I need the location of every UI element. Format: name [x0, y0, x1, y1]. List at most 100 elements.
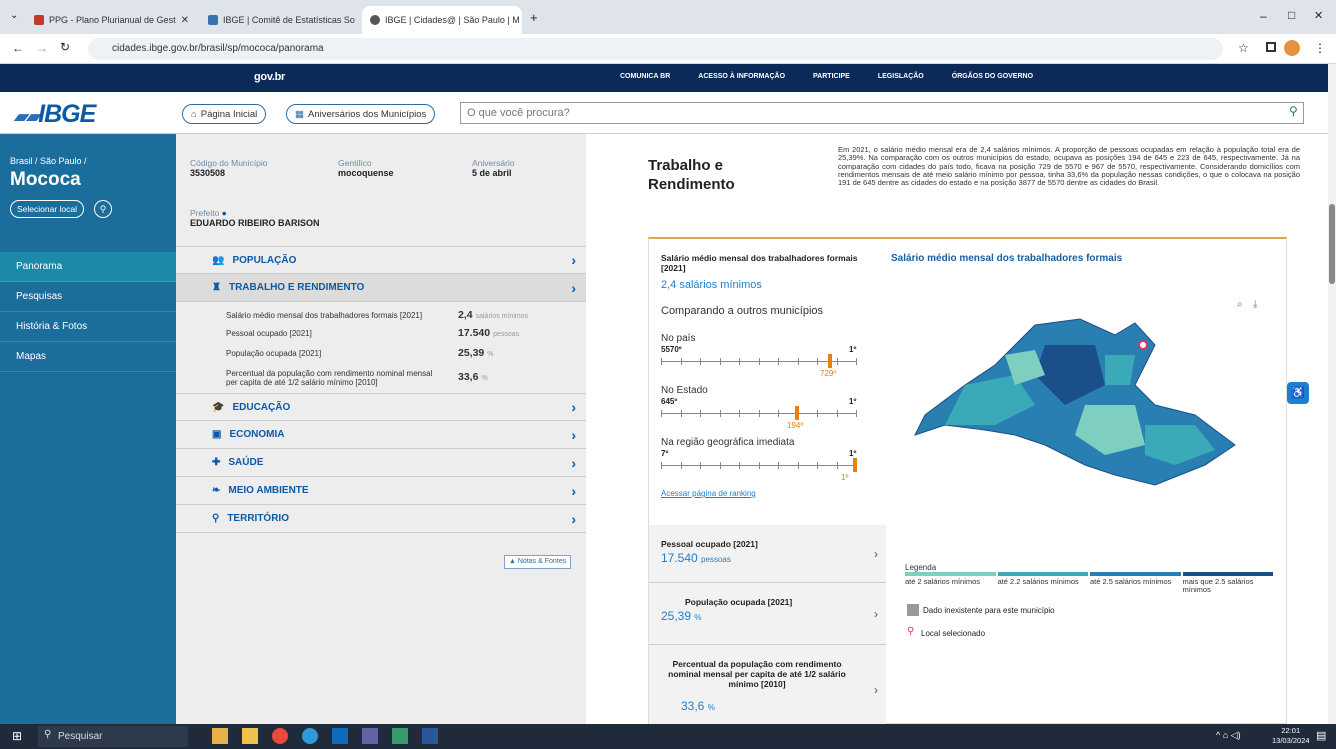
govbr-logo[interactable]: gov.br: [254, 71, 285, 83]
side-card-populacao[interactable]: População ocupada [2021] 25,39 % ›: [649, 583, 886, 645]
search-input[interactable]: O que você procura?: [460, 102, 1304, 124]
taskbar-search[interactable]: Pesquisar: [38, 726, 188, 747]
close-window-button[interactable]: ✕: [1314, 9, 1323, 22]
stat-row-pessoal[interactable]: Pessoal ocupado [2021] 17.540 pessoas: [226, 324, 586, 342]
stat-row-percentual[interactable]: Percentual da população com rendimento n…: [226, 366, 488, 390]
ranking-link[interactable]: Acessar página de ranking: [661, 489, 756, 498]
people-icon: 👥: [212, 254, 225, 266]
notes-sources-button[interactable]: ▲ Notas & Fontes: [504, 555, 572, 569]
side-card-pessoal[interactable]: Pessoal ocupado [2021] 17.540 pessoas ›: [649, 525, 886, 583]
minimize-button[interactable]: –: [1260, 9, 1267, 23]
home-button[interactable]: ⌂ Página Inicial: [182, 104, 267, 124]
app-explorer-icon[interactable]: [242, 728, 258, 744]
gov-link-legislacao[interactable]: LEGISLAÇÃO: [878, 73, 924, 80]
location-pin-icon[interactable]: ⚲: [94, 200, 112, 218]
state-choropleth-map[interactable]: [905, 315, 1265, 515]
legend-color-bar: [905, 572, 996, 576]
code-value: 3530508: [190, 168, 226, 178]
accordion-territorio[interactable]: ⚲ TERRITÓRIO ›: [176, 505, 586, 533]
app-edge-icon[interactable]: [302, 728, 318, 744]
windows-start-icon[interactable]: ⊞: [12, 729, 22, 743]
sidebar-item-panorama[interactable]: Panorama: [0, 252, 176, 282]
url-field[interactable]: cidades.ibge.gov.br/brasil/sp/mococa/pan…: [88, 38, 1223, 60]
stat-row-populacao[interactable]: População ocupada [2021] 25,39%: [226, 344, 586, 362]
download-icon[interactable]: ⤓: [1253, 299, 1257, 310]
accordion-populacao[interactable]: 👥 POPULAÇÃO ›: [176, 246, 586, 274]
rank-tick: [720, 358, 721, 365]
rank-tick: [661, 410, 662, 417]
gov-link-acesso[interactable]: ACESSO À INFORMAÇÃO: [698, 73, 785, 80]
reload-icon[interactable]: ↻: [60, 40, 70, 54]
maximize-button[interactable]: □: [1288, 8, 1295, 22]
app-chrome-icon[interactable]: [272, 728, 288, 744]
gov-link-comunica[interactable]: COMUNICA BR: [620, 73, 670, 80]
rank-position-label: 194º: [787, 421, 804, 430]
browser-tab-2[interactable]: IBGE | Comitê de Estatísticas So✕: [200, 6, 360, 34]
menu-dots-icon[interactable]: ⋮: [1314, 41, 1326, 55]
gov-link-orgaos[interactable]: ÓRGÃOS DO GOVERNO: [952, 73, 1033, 80]
app-outlook-icon[interactable]: [332, 728, 348, 744]
windows-taskbar: ⊞ Pesquisar ⚲ 22:01 13/03/2024 ^ ⌂ ◁) ▤: [0, 724, 1336, 749]
browser-tab-1[interactable]: PPG - Plano Plurianual de Gest ✕: [26, 6, 196, 34]
accordion-educacao[interactable]: 🎓 EDUCAÇÃO ›: [176, 393, 586, 421]
search-icon[interactable]: ⚲: [1289, 104, 1298, 118]
stat-row-salario[interactable]: Salário médio mensal dos trabalhadores f…: [226, 306, 586, 324]
sidebar-item-mapas[interactable]: Mapas: [0, 342, 176, 372]
rank-tick: [759, 462, 760, 469]
main-content: Trabalho e Rendimento Em 2021, o salário…: [586, 134, 1328, 725]
rank-tick: [856, 410, 857, 417]
forward-icon[interactable]: →: [36, 41, 48, 55]
notifications-icon[interactable]: ▤: [1316, 729, 1326, 742]
ibge-logo[interactable]: ▰▰IBGE: [14, 100, 96, 129]
tab-list-icon[interactable]: ⌄: [10, 10, 18, 21]
app-teams-icon[interactable]: [362, 728, 378, 744]
new-tab-button[interactable]: +: [530, 10, 538, 25]
back-icon[interactable]: ←: [12, 41, 24, 55]
browser-tabstrip: ⌄ PPG - Plano Plurianual de Gest ✕ IBGE |…: [0, 0, 1336, 34]
app-misc-icon[interactable]: [392, 728, 408, 744]
info-icon[interactable]: ●: [222, 208, 227, 218]
breadcrumb[interactable]: Brasil / São Paulo /: [10, 156, 87, 166]
accordion-meio-ambiente[interactable]: ❧ MEIO AMBIENTE ›: [176, 477, 586, 505]
rank-position-label: 1º: [841, 473, 849, 482]
gov-bar: gov.br COMUNICA BR ACESSO À INFORMAÇÃO P…: [0, 64, 1328, 92]
zoom-icon[interactable]: ⌕: [1237, 299, 1243, 310]
rank-position-label: 729º: [820, 369, 837, 378]
legend-none-swatch: [907, 604, 919, 616]
accordion-trabalho[interactable]: ♜ TRABALHO E RENDIMENTO ›: [176, 274, 586, 302]
sidebar-item-pesquisas[interactable]: Pesquisas: [0, 282, 176, 312]
side-card-percentual[interactable]: Percentual da população com rendimento n…: [649, 645, 886, 725]
select-location-button[interactable]: Selecionar local: [10, 200, 85, 218]
rank-right-value: 1º: [849, 397, 857, 406]
ibge-header: ▰▰IBGE ⌂ Página Inicial ▦ Aniversários dos…: [0, 92, 1328, 134]
sidepanel-icon[interactable]: [1266, 42, 1276, 52]
gov-link-participe[interactable]: PARTICIPE: [813, 73, 850, 80]
compare-title: Comparando a outros municípios: [661, 305, 824, 317]
anniversaries-button[interactable]: ▦ Aniversários dos Municípios: [286, 104, 436, 124]
page-scrollbar[interactable]: [1328, 64, 1336, 724]
accessibility-widget-button[interactable]: ♿: [1287, 382, 1309, 404]
app-people-icon[interactable]: [212, 728, 228, 744]
card-title: Salário médio mensal dos trabalhadores f…: [661, 253, 858, 273]
legend-selected-label: Local selecionado: [921, 629, 986, 638]
accordion-economia[interactable]: ▣ ECONOMIA ›: [176, 421, 586, 449]
indicator-card: Salário médio mensal dos trabalhadores f…: [648, 237, 1287, 725]
rank-label: No Estado: [661, 385, 708, 396]
profile-avatar[interactable]: [1284, 40, 1300, 56]
scrollbar-thumb[interactable]: [1329, 204, 1335, 284]
code-label: Código do Município: [190, 158, 268, 168]
rank-tick: [681, 358, 682, 365]
accordion-saude[interactable]: ✚ SAÚDE ›: [176, 449, 586, 477]
tray-icons[interactable]: ^ ⌂ ◁): [1216, 730, 1241, 741]
close-tab-icon[interactable]: ✕: [181, 15, 189, 26]
app-word-icon[interactable]: [422, 728, 438, 744]
rank-marker: [828, 354, 832, 368]
leaf-icon: ❧: [212, 485, 221, 496]
bookmark-star-icon[interactable]: ☆: [1238, 41, 1249, 55]
browser-tab-3[interactable]: IBGE | Cidades@ | São Paulo | M✕: [362, 6, 522, 34]
taskbar-clock[interactable]: 22:01 13/03/2024: [1272, 726, 1310, 746]
sidebar-item-historia[interactable]: História & Fotos: [0, 312, 176, 342]
legend-none-label: Dado inexistente para este município: [923, 606, 1055, 615]
chevron-right-icon: ›: [874, 607, 878, 621]
sidebar: Brasil / São Paulo / Mococa Selecionar l…: [0, 134, 176, 724]
